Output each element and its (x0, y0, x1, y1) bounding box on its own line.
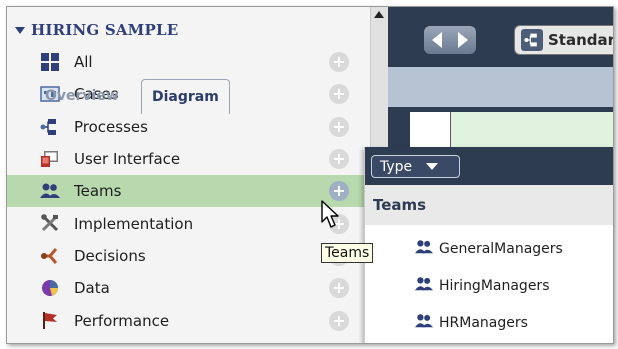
sidebar-item-label: Data (74, 279, 110, 298)
tab-overview[interactable]: Overview (45, 79, 119, 113)
teams-icon (413, 275, 435, 297)
add-icon[interactable]: + (329, 84, 349, 105)
type-filter-label: Type (380, 158, 413, 175)
tab-diagram[interactable]: Diagram (141, 79, 230, 114)
tab-bar (388, 67, 613, 107)
teams-icon (413, 312, 435, 334)
decisions-icon (40, 246, 60, 266)
sidebar-scrollbar[interactable] (370, 7, 388, 157)
sidebar-item-data[interactable]: Data + (7, 272, 369, 304)
scroll-up-icon[interactable] (374, 11, 384, 18)
team-item-hiringmanagers[interactable]: HiringManagers (365, 268, 613, 304)
teams-icon (40, 181, 60, 201)
process-icon (521, 29, 543, 51)
arrow-right-icon (458, 32, 468, 48)
sidebar-item-implementation[interactable]: Implementation + (7, 207, 369, 239)
add-icon[interactable]: + (329, 310, 349, 331)
sidebar-item-performance[interactable]: Performance + (7, 304, 369, 336)
library-sidebar: HIRING SAMPLE All + Cases + Processes + … (7, 7, 369, 343)
user-interface-icon (40, 149, 60, 169)
grid-icon (40, 52, 60, 72)
chevron-down-icon (426, 163, 439, 170)
team-label: HiringManagers (439, 278, 550, 294)
sidebar-item-user-interface[interactable]: User Interface + (7, 143, 369, 175)
team-label: HRManagers (439, 315, 528, 331)
team-item-generalmanagers[interactable]: GeneralManagers (365, 231, 613, 267)
standard-button-label: Standar (548, 31, 614, 49)
teams-popup: Type Teams GeneralManagers HiringManager… (364, 147, 613, 343)
sidebar-item-label: Decisions (74, 246, 146, 265)
history-nav (424, 26, 476, 54)
add-icon[interactable]: + (329, 52, 349, 73)
team-item-hrmanagers[interactable]: HRManagers (365, 305, 613, 341)
standard-button[interactable]: Standar (514, 25, 614, 55)
tools-icon (40, 213, 60, 233)
library-title: HIRING SAMPLE (31, 21, 179, 39)
data-icon (40, 278, 60, 298)
add-icon[interactable]: + (329, 116, 349, 137)
arrow-left-icon (432, 32, 442, 48)
forward-button[interactable] (450, 26, 476, 54)
sidebar-item-label: Teams (74, 182, 122, 201)
back-button[interactable] (424, 26, 450, 54)
sidebar-item-label: Implementation (74, 214, 194, 233)
library-header[interactable]: HIRING SAMPLE (15, 19, 178, 41)
window: HIRING SAMPLE All + Cases + Processes + … (6, 6, 614, 344)
sidebar-item-teams[interactable]: Teams + (7, 175, 369, 208)
popup-toolbar: Type (365, 147, 613, 185)
popup-section-title: Teams (365, 185, 613, 225)
process-icon (40, 117, 60, 137)
add-icon[interactable]: + (329, 181, 349, 202)
collapse-caret-icon[interactable] (15, 26, 25, 34)
mouse-cursor-icon (321, 200, 341, 234)
type-filter-dropdown[interactable]: Type (371, 155, 460, 178)
sidebar-item-label: User Interface (74, 150, 181, 169)
add-icon[interactable]: + (329, 278, 349, 299)
sidebar-item-label: All (74, 53, 93, 72)
sidebar-item-label: Performance (74, 311, 170, 330)
editor-panel: Standar (388, 7, 613, 157)
add-icon[interactable]: + (329, 149, 349, 170)
tooltip: Teams (321, 243, 374, 263)
teams-icon (413, 238, 435, 260)
sidebar-item-label: Processes (74, 117, 148, 136)
sidebar-item-processes[interactable]: Processes + (7, 111, 369, 143)
sidebar-item-all[interactable]: All + (7, 46, 369, 78)
team-label: GeneralManagers (439, 241, 563, 257)
sidebar-item-decisions[interactable]: Decisions + (7, 240, 369, 272)
flag-icon (40, 310, 60, 330)
